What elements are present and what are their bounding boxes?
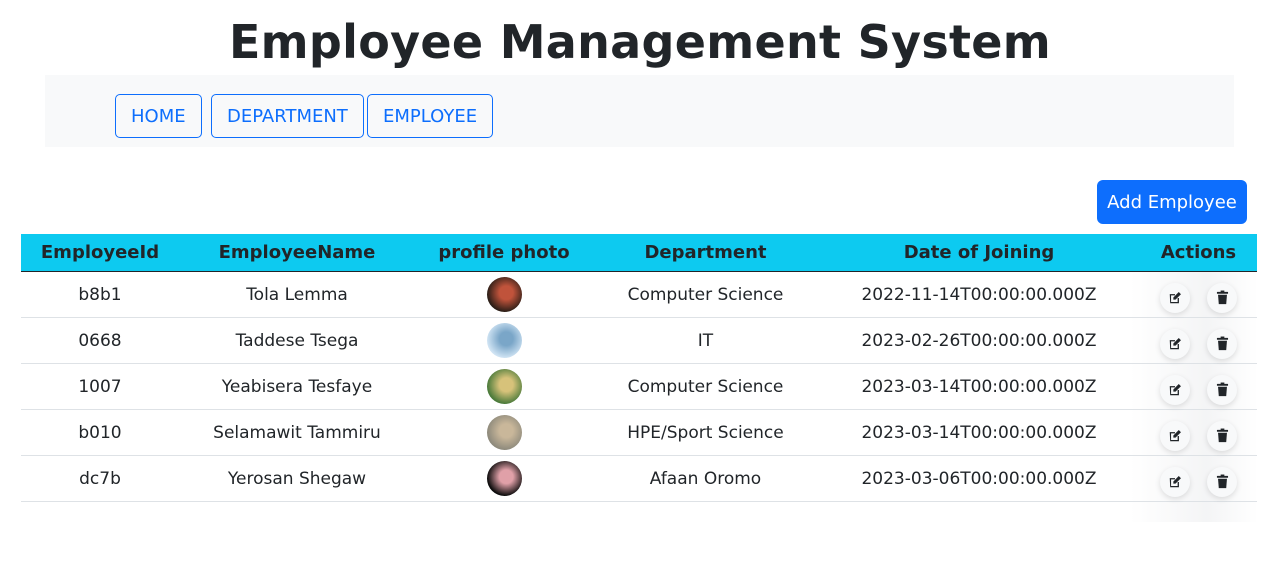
- trash-icon: [1216, 428, 1228, 443]
- avatar: [486, 323, 522, 358]
- trash-icon: [1216, 290, 1228, 305]
- edit-button[interactable]: [1159, 282, 1190, 313]
- add-employee-button[interactable]: Add Employee: [1097, 180, 1247, 224]
- col-header-date-of-joining: Date of Joining: [818, 234, 1140, 272]
- delete-button[interactable]: [1207, 374, 1238, 405]
- edit-button[interactable]: [1159, 420, 1190, 451]
- edit-icon: [1169, 383, 1181, 395]
- delete-button[interactable]: [1207, 420, 1238, 451]
- date-of-joining-cell: 2023-02-26T00:00:00.000Z: [818, 317, 1140, 364]
- department-cell: Computer Science: [593, 363, 818, 410]
- col-header-profile-photo: profile photo: [415, 234, 593, 272]
- department-cell: HPE/Sport Science: [593, 409, 818, 456]
- table-row: dc7b Yerosan Shegaw Afaan Oromo 2023-03-…: [21, 455, 1257, 502]
- delete-button[interactable]: [1207, 328, 1238, 359]
- delete-button[interactable]: [1207, 466, 1238, 497]
- edit-button[interactable]: [1159, 466, 1190, 497]
- profile-photo-cell: [415, 317, 593, 364]
- employee-table: EmployeeId EmployeeName profile photo De…: [21, 234, 1257, 502]
- avatar: [486, 369, 522, 404]
- trash-icon: [1216, 382, 1228, 397]
- employee-name-cell: Yerosan Shegaw: [179, 455, 415, 502]
- edit-icon: [1169, 475, 1181, 487]
- profile-photo-cell: [415, 363, 593, 410]
- department-cell: IT: [593, 317, 818, 364]
- profile-photo-cell: [415, 455, 593, 502]
- trash-icon: [1216, 474, 1228, 489]
- employee-id-cell: b8b1: [21, 271, 179, 318]
- edit-icon: [1169, 337, 1181, 349]
- table-header-row: EmployeeId EmployeeName profile photo De…: [21, 234, 1257, 272]
- employee-id-cell: 1007: [21, 363, 179, 410]
- page-title: Employee Management System: [228, 15, 1052, 69]
- edit-icon: [1169, 291, 1181, 303]
- table-row: 1007 Yeabisera Tesfaye Computer Science …: [21, 363, 1257, 410]
- col-header-department: Department: [593, 234, 818, 272]
- col-header-employee-id: EmployeeId: [21, 234, 179, 272]
- table-row: 0668 Taddese Tsega IT 2023-02-26T00:00:0…: [21, 317, 1257, 364]
- edit-button[interactable]: [1159, 374, 1190, 405]
- profile-photo-cell: [415, 409, 593, 456]
- navbar: HOME DEPARTMENT EMPLOYEE: [45, 75, 1234, 147]
- actions-cell: [1140, 317, 1257, 364]
- department-cell: Computer Science: [593, 271, 818, 318]
- employee-name-cell: Taddese Tsega: [179, 317, 415, 364]
- col-header-employee-name: EmployeeName: [179, 234, 415, 272]
- date-of-joining-cell: 2023-03-14T00:00:00.000Z: [818, 363, 1140, 410]
- edit-button[interactable]: [1159, 328, 1190, 359]
- table-row: b8b1 Tola Lemma Computer Science 2022-11…: [21, 271, 1257, 318]
- nav-employee-button[interactable]: EMPLOYEE: [367, 94, 494, 138]
- date-of-joining-cell: 2023-03-14T00:00:00.000Z: [818, 409, 1140, 456]
- employee-name-cell: Selamawit Tammiru: [179, 409, 415, 456]
- actions-cell: [1140, 409, 1257, 456]
- profile-photo-cell: [415, 271, 593, 318]
- edit-icon: [1169, 429, 1181, 441]
- actions-cell: [1140, 363, 1257, 410]
- nav-department-button[interactable]: DEPARTMENT: [211, 94, 364, 138]
- nav-home-button[interactable]: HOME: [115, 94, 202, 138]
- employee-id-cell: b010: [21, 409, 179, 456]
- actions-cell: [1140, 455, 1257, 502]
- date-of-joining-cell: 2022-11-14T00:00:00.000Z: [818, 271, 1140, 318]
- employee-name-cell: Tola Lemma: [179, 271, 415, 318]
- col-header-actions: Actions: [1140, 234, 1257, 272]
- actions-cell: [1140, 271, 1257, 318]
- avatar: [486, 415, 522, 450]
- employee-id-cell: 0668: [21, 317, 179, 364]
- table-row: b010 Selamawit Tammiru HPE/Sport Science…: [21, 409, 1257, 456]
- employee-id-cell: dc7b: [21, 455, 179, 502]
- employee-name-cell: Yeabisera Tesfaye: [179, 363, 415, 410]
- avatar: [486, 461, 522, 496]
- department-cell: Afaan Oromo: [593, 455, 818, 502]
- trash-icon: [1216, 336, 1228, 351]
- delete-button[interactable]: [1207, 282, 1238, 313]
- date-of-joining-cell: 2023-03-06T00:00:00.000Z: [818, 455, 1140, 502]
- avatar: [486, 277, 522, 312]
